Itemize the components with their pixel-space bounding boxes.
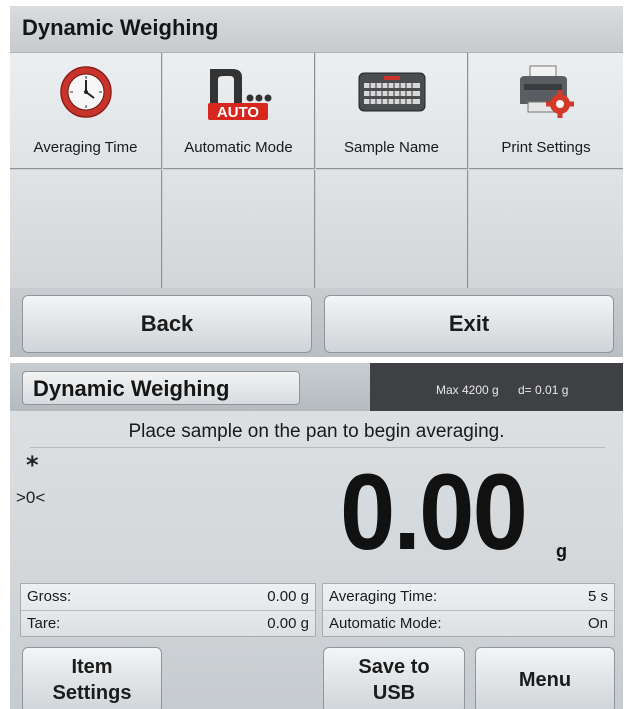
tare-row: Tare: 0.00 g [21,611,315,637]
gross-label: Gross: [27,588,72,605]
weight-unit: g [556,541,567,561]
capacity-text: Max 4200 g [436,383,499,397]
divider [30,447,605,448]
tile-sample-name[interactable]: Sample Name [316,53,468,169]
auto-icon-text: AUTO [216,104,259,121]
tile-label: Automatic Mode [184,139,293,156]
keyboard-icon [316,65,467,119]
setup-title: Dynamic Weighing [22,15,219,40]
averaging-info: Averaging Time: 5 s Automatic Mode: On [322,583,615,637]
instruction-text: Place sample on the pan to begin averagi… [128,421,505,442]
empty-tile [10,170,162,288]
application-title-button[interactable]: Dynamic Weighing [22,371,300,405]
tile-print-settings[interactable]: Print Settings [469,53,623,169]
auto-mode-icon: AUTO [163,65,314,121]
save-to-usb-button[interactable]: Save to USB [323,647,465,709]
clock-icon [10,65,161,119]
automatic-mode-label: Automatic Mode: [329,615,442,632]
averaging-time-label: Averaging Time: [329,588,438,605]
empty-tile [469,170,623,288]
home-title: Dynamic Weighing [33,376,230,401]
back-button[interactable]: Back [22,295,312,353]
tile-automatic-mode[interactable]: AUTO Automatic Mode [163,53,315,169]
home-header: Dynamic Weighing Max 4200 g d= 0.01 g [10,363,623,411]
tile-label: Print Settings [501,139,591,156]
tile-averaging-time[interactable]: Averaging Time [10,53,162,169]
division-text: d= 0.01 g [518,383,569,397]
printer-settings-icon [469,65,623,119]
settings-grid: Averaging Time AUTO Automatic Mode Sampl… [10,53,623,289]
averaging-time-row: Averaging Time: 5 s [323,584,614,611]
averaging-time-value: 5 s [587,588,608,605]
exit-button[interactable]: Exit [324,295,614,353]
weight-reading: 0.00 [340,451,528,572]
automatic-mode-value: On [587,615,608,632]
tare-value: 0.00 g [267,615,309,632]
center-zero-indicator: >0< [16,488,46,507]
dynamic-weighing-home-panel: Dynamic Weighing Max 4200 g d= 0.01 g Pl… [10,363,623,709]
dynamic-weighing-setup-panel: Dynamic Weighing Averaging Time AUTO Aut… [10,6,623,357]
tile-label: Averaging Time [33,139,138,156]
menu-button[interactable]: Menu [475,647,615,709]
item-settings-button[interactable]: Item Settings [22,647,162,709]
gross-value: 0.00 g [267,588,309,605]
stable-indicator: * [26,451,39,479]
tare-label: Tare: [27,615,61,632]
gross-row: Gross: 0.00 g [21,584,315,611]
capacity-bar: Max 4200 g d= 0.01 g [370,363,623,411]
setup-header: Dynamic Weighing [10,6,623,53]
setup-footer: Back Exit [10,289,623,357]
automatic-mode-row: Automatic Mode: On [323,611,614,637]
gross-tare-info: Gross: 0.00 g Tare: 0.00 g [20,583,316,637]
tile-label: Sample Name [343,139,440,156]
empty-tile [316,170,468,288]
empty-tile [163,170,315,288]
